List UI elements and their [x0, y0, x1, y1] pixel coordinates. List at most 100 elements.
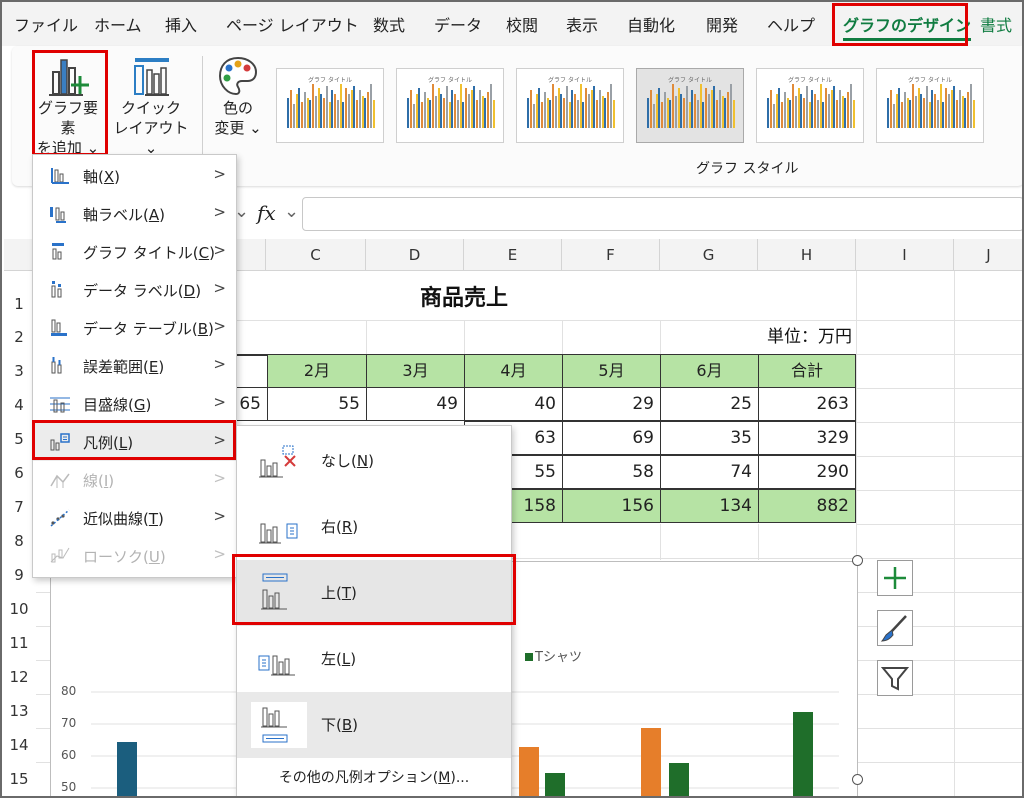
- menu-item-data-table[interactable]: データ テーブル(B) >: [33, 309, 236, 347]
- menu-item-axes[interactable]: 軸(X) >: [33, 157, 236, 195]
- row-header-13[interactable]: 13: [4, 702, 34, 720]
- header-cell-total[interactable]: 合計: [758, 354, 856, 388]
- formula-input[interactable]: [302, 197, 1022, 231]
- column-header-f[interactable]: F: [562, 239, 660, 271]
- row-header-1[interactable]: 1: [4, 295, 34, 313]
- table-cell[interactable]: 55: [267, 387, 367, 421]
- tab-data[interactable]: データ: [434, 12, 482, 36]
- chart-style-thumbnail[interactable]: グラフ タイトル: [876, 68, 984, 143]
- chart-style-thumbnail[interactable]: グラフ タイトル: [516, 68, 624, 143]
- table-cell[interactable]: 74: [660, 455, 759, 489]
- row-header-10[interactable]: 10: [4, 600, 34, 618]
- row-header-15[interactable]: 15: [4, 770, 34, 788]
- thumbnail-bar: [446, 86, 448, 128]
- table-cell[interactable]: 49: [366, 387, 465, 421]
- header-cell-may[interactable]: 5月: [562, 354, 661, 388]
- fx-chevron-icon[interactable]: ⌄: [284, 201, 299, 222]
- chart-elements-button[interactable]: [877, 560, 913, 596]
- menu-item-up-down-bars[interactable]: ローソク(U) >: [33, 537, 236, 575]
- row-header-2[interactable]: 2: [4, 328, 34, 346]
- table-cell[interactable]: 40: [464, 387, 563, 421]
- chart-bar[interactable]: [641, 728, 661, 798]
- row-header-14[interactable]: 14: [4, 736, 34, 754]
- thumbnail-bar: [887, 98, 889, 128]
- header-cell-feb[interactable]: 2月: [267, 354, 367, 388]
- chart-style-thumbnail[interactable]: グラフ タイトル: [276, 68, 384, 143]
- fx-icon[interactable]: fx: [257, 201, 276, 225]
- tab-format[interactable]: 書式: [980, 12, 1012, 36]
- total-cell[interactable]: 134: [660, 489, 759, 523]
- table-cell[interactable]: 65: [232, 387, 268, 421]
- chart-styles-button[interactable]: [877, 610, 913, 646]
- resize-handle[interactable]: [852, 774, 863, 785]
- tab-developer[interactable]: 開発: [706, 12, 738, 36]
- legend-option-right[interactable]: 右(R): [237, 494, 511, 560]
- column-header-d[interactable]: D: [366, 239, 464, 271]
- menu-item-lines[interactable]: 線(I) >: [33, 461, 236, 499]
- menu-item-gridlines[interactable]: 目盛線(G) >: [33, 385, 236, 423]
- table-cell[interactable]: 290: [758, 455, 856, 489]
- legend-option-none[interactable]: なし(N): [237, 428, 511, 494]
- legend-option-bottom[interactable]: 下(B): [237, 692, 511, 758]
- resize-handle[interactable]: [852, 555, 863, 566]
- thumbnail-bar: [931, 90, 933, 128]
- table-cell[interactable]: 35: [660, 421, 759, 455]
- column-header-h[interactable]: H: [758, 239, 856, 271]
- header-cell-mar[interactable]: 3月: [366, 354, 465, 388]
- menu-item-axis-titles[interactable]: 軸ラベル(A) >: [33, 195, 236, 233]
- total-cell[interactable]: 882: [758, 489, 856, 523]
- more-legend-options[interactable]: その他の凡例オプション(M)...: [237, 760, 511, 796]
- table-cell[interactable]: 29: [562, 387, 661, 421]
- chart-bar[interactable]: [793, 712, 813, 798]
- chart-style-thumbnail[interactable]: グラフ タイトル: [756, 68, 864, 143]
- total-cell[interactable]: 156: [562, 489, 661, 523]
- chart-filters-button[interactable]: [877, 660, 913, 696]
- column-header-i[interactable]: I: [856, 239, 954, 271]
- menu-item-trendline[interactable]: 近似曲線(T) >: [33, 499, 236, 537]
- table-cell[interactable]: 25: [660, 387, 759, 421]
- menu-item-chart-title[interactable]: グラフ タイトル(C) >: [33, 233, 236, 271]
- tab-formulas[interactable]: 数式: [373, 12, 405, 36]
- table-cell[interactable]: 58: [562, 455, 661, 489]
- row-header-6[interactable]: 6: [4, 464, 34, 482]
- row-header-7[interactable]: 7: [4, 498, 34, 516]
- table-cell[interactable]: 329: [758, 421, 856, 455]
- header-cell-jun[interactable]: 6月: [660, 354, 759, 388]
- chart-style-thumbnail[interactable]: グラフ タイトル: [396, 68, 504, 143]
- quick-layout-button[interactable]: クイック レイアウト ⌄: [108, 54, 194, 158]
- menu-item-data-labels[interactable]: データ ラベル(D) >: [33, 271, 236, 309]
- change-colors-button[interactable]: 色の 変更 ⌄: [208, 54, 268, 138]
- sheet-title[interactable]: 商品売上: [366, 283, 562, 315]
- chart-style-thumbnail[interactable]: グラフ タイトル: [636, 68, 744, 143]
- chart-bar[interactable]: [545, 773, 565, 798]
- row-header-3[interactable]: 3: [4, 362, 34, 380]
- table-cell[interactable]: 69: [562, 421, 661, 455]
- unit-label[interactable]: 単位：万円: [702, 321, 852, 353]
- row-header-4[interactable]: 4: [4, 396, 34, 414]
- header-cell-1[interactable]: [232, 354, 268, 356]
- row-header-12[interactable]: 12: [4, 668, 34, 686]
- tab-review[interactable]: 校閲: [506, 12, 538, 36]
- tab-view[interactable]: 表示: [566, 12, 598, 36]
- chart-bar[interactable]: [669, 763, 689, 798]
- tab-page-layout[interactable]: ページ レイアウト: [226, 12, 359, 36]
- column-header-g[interactable]: G: [660, 239, 758, 271]
- tab-file[interactable]: ファイル: [14, 12, 78, 36]
- chart-bar[interactable]: [519, 747, 539, 798]
- column-header-e[interactable]: E: [464, 239, 562, 271]
- row-header-9[interactable]: 9: [4, 566, 34, 584]
- chart-bar[interactable]: [117, 742, 137, 798]
- tab-automate[interactable]: 自動化: [627, 12, 675, 36]
- tab-home[interactable]: ホーム: [94, 12, 142, 36]
- menu-item-error-bars[interactable]: 誤差範囲(E) >: [33, 347, 236, 385]
- table-cell[interactable]: 263: [758, 387, 856, 421]
- header-cell-apr[interactable]: 4月: [464, 354, 563, 388]
- column-header-c[interactable]: C: [266, 239, 366, 271]
- tab-insert[interactable]: 挿入: [165, 12, 197, 36]
- tab-help[interactable]: ヘルプ: [767, 12, 815, 36]
- row-header-5[interactable]: 5: [4, 430, 34, 448]
- row-header-11[interactable]: 11: [4, 634, 34, 652]
- legend-option-left[interactable]: 左(L): [237, 626, 511, 692]
- column-header-j[interactable]: J: [954, 239, 1022, 271]
- row-header-8[interactable]: 8: [4, 532, 34, 550]
